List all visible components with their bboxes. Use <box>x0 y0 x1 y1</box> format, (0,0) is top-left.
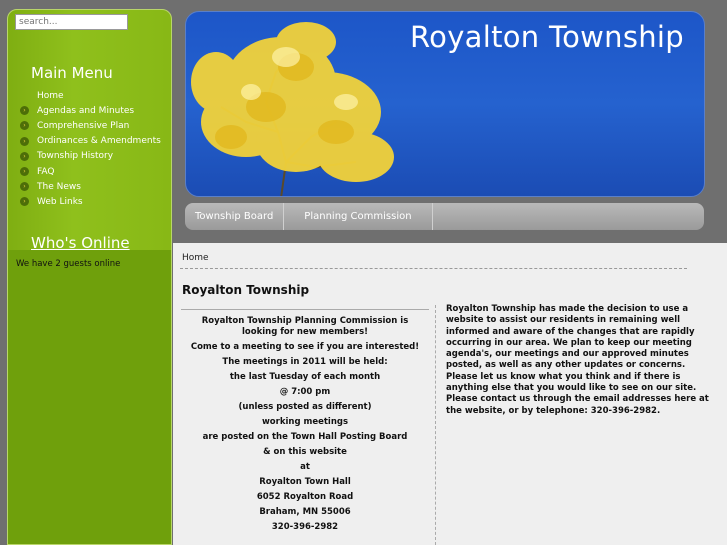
sidebar-item-news[interactable]: › The News <box>20 179 161 194</box>
sidebar-item-faq[interactable]: › FAQ <box>20 164 161 179</box>
sidebar-lower-panel <box>8 250 171 544</box>
menu-item-label: Agendas and Minutes <box>37 105 135 116</box>
chevron-right-icon: › <box>20 197 29 207</box>
sidebar-item-agendas[interactable]: › Agendas and Minutes <box>20 103 161 118</box>
tab-planning-commission[interactable]: Planning Commission <box>284 203 433 230</box>
sidebar-item-web-links[interactable]: › Web Links <box>20 194 161 209</box>
site-title: Royalton Township <box>410 20 684 54</box>
chevron-right-icon: › <box>20 106 29 116</box>
header-banner: Royalton Township <box>185 11 705 197</box>
yellow-tree-image <box>191 22 394 196</box>
main-menu-title: Main Menu <box>31 64 113 82</box>
divider <box>180 268 687 269</box>
announcement-line: The meetings in 2011 will be held: <box>222 357 388 367</box>
menu-item-label: Township History <box>37 151 114 162</box>
announcement-line: the last Tuesday of each month <box>229 372 381 382</box>
announcement-line: at <box>300 462 310 472</box>
sidebar-item-ordinances[interactable]: › Ordinances & Amendments <box>20 134 161 149</box>
announcement-column: Royalton Township Planning Commission is… <box>181 309 429 533</box>
whos-online-text: We have 2 guests online <box>16 259 121 269</box>
chevron-right-icon: › <box>20 167 29 177</box>
intro-text: Royalton Township has made the decision … <box>446 304 709 416</box>
sidebar-item-home[interactable]: Home <box>20 88 161 103</box>
announcement-line: Come to a meeting to see if you are inte… <box>190 342 420 352</box>
announcement-line: @ 7:00 pm <box>279 387 331 397</box>
top-navigation: Township Board Planning Commission <box>185 203 704 230</box>
announcement-line: Braham, MN 55006 <box>259 507 351 517</box>
column-divider <box>435 305 436 545</box>
menu-item-label: Home <box>37 90 64 101</box>
chevron-right-icon: › <box>20 182 29 192</box>
announcement-line: 6052 Royalton Road <box>256 492 354 502</box>
chevron-right-icon: › <box>20 121 29 131</box>
announcement-line: Royalton Town Hall <box>259 477 351 487</box>
breadcrumb[interactable]: Home <box>182 253 209 263</box>
announcement-line: (unless posted as different) <box>238 402 372 412</box>
chevron-right-icon: › <box>20 151 29 161</box>
menu-item-label: Ordinances & Amendments <box>37 136 161 147</box>
announcement-line: Royalton Township Planning Commission is… <box>201 316 409 337</box>
search-input[interactable] <box>15 14 128 30</box>
announcement-line: 320-396-2982 <box>271 522 339 532</box>
chevron-right-icon: › <box>20 136 29 146</box>
menu-item-label: Web Links <box>37 196 83 207</box>
announcement-line: working meetings <box>261 417 349 427</box>
announcement-line: & on this website <box>263 447 347 457</box>
whos-online-title[interactable]: Who's Online <box>31 234 130 252</box>
menu-item-label: Comprehensive Plan <box>37 120 130 131</box>
page-title: Royalton Township <box>182 283 310 297</box>
sidebar-item-comprehensive-plan[interactable]: › Comprehensive Plan <box>20 118 161 133</box>
sidebar: Main Menu Home › Agendas and Minutes › C… <box>7 9 172 545</box>
tab-township-board[interactable]: Township Board <box>185 203 285 230</box>
menu-item-label: The News <box>37 181 81 192</box>
menu-item-label: FAQ <box>37 166 55 177</box>
main-content: Home Royalton Township Royalton Township… <box>173 243 727 545</box>
announcement-line: are posted on the Town Hall Posting Boar… <box>202 432 408 442</box>
main-menu: Home › Agendas and Minutes › Comprehensi… <box>20 88 161 210</box>
sidebar-item-history[interactable]: › Township History <box>20 149 161 164</box>
